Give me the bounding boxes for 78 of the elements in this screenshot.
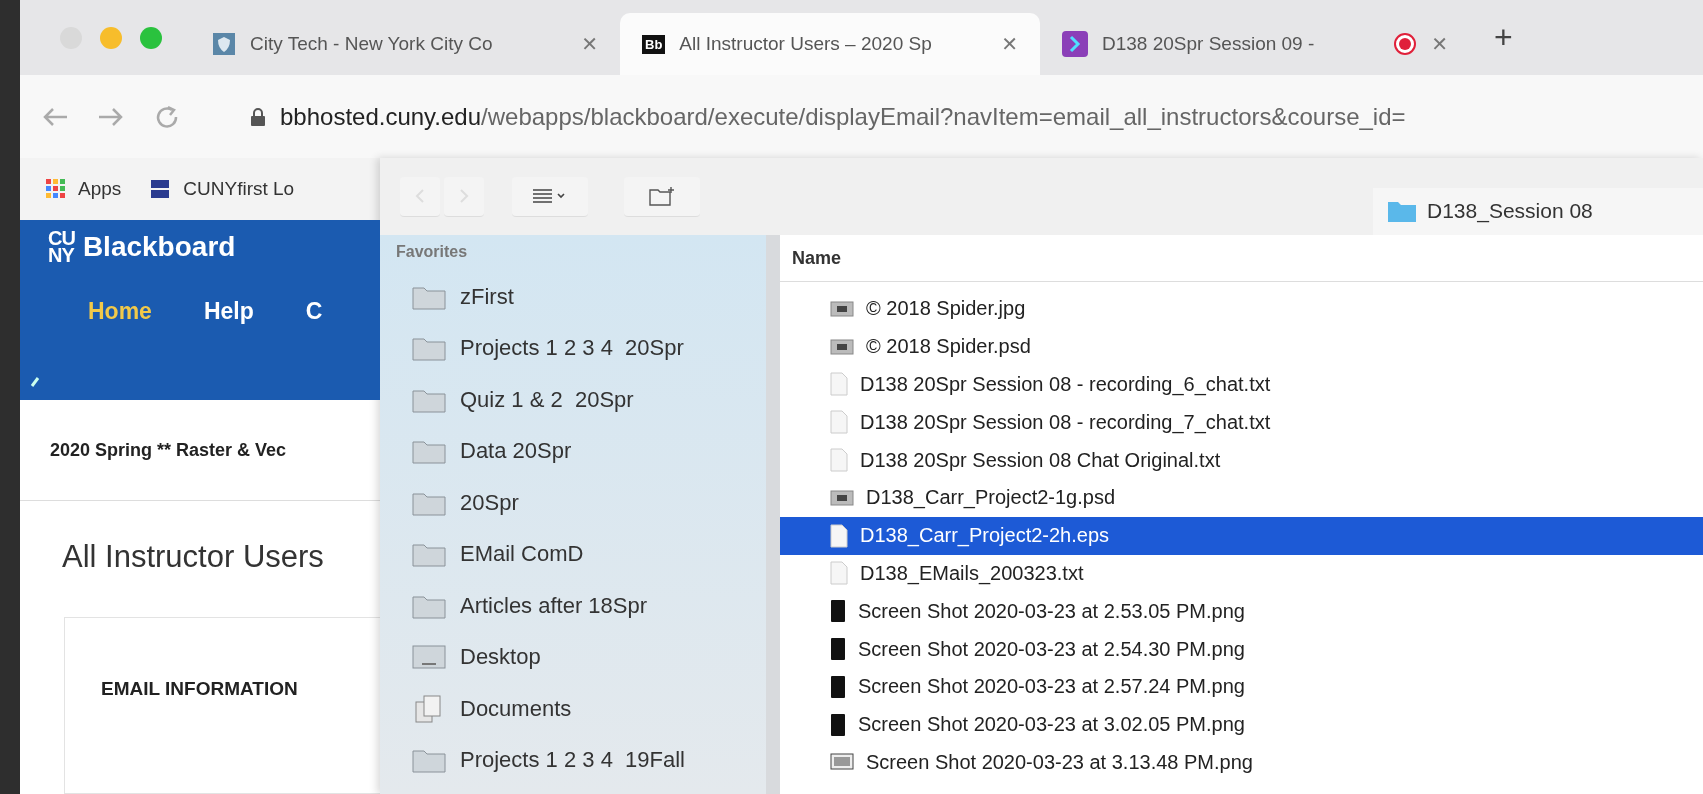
chevron-icon (1062, 31, 1088, 57)
desktop-icon (412, 644, 446, 671)
sidebar-item[interactable]: Quiz 1 & 2 20Spr (396, 374, 766, 426)
bookmark[interactable]: Apps (46, 178, 122, 200)
apps-icon (46, 179, 66, 199)
view-options-button[interactable] (512, 176, 588, 217)
new-folder-icon (648, 185, 676, 207)
close-tab-button[interactable]: ✕ (1001, 32, 1018, 56)
document-icon (830, 372, 848, 397)
folder-icon (1387, 199, 1417, 223)
nav-link[interactable]: Home (88, 298, 152, 325)
bb-icon: Bb (642, 34, 666, 54)
reload-icon[interactable] (154, 103, 180, 130)
sidebar-item[interactable]: Documents (396, 683, 766, 735)
bookmark[interactable]: CUNYfirst Lo (149, 178, 295, 200)
file-row[interactable]: D138 20Spr Session 08 - recording_7_chat.txt (780, 403, 1703, 442)
tab-title: All Instructor Users – 2020 Sp (679, 33, 933, 55)
zoom-window-button[interactable] (140, 26, 162, 49)
file-row[interactable]: Screen Shot 2020-03-23 at 3.13.48 PM.png (780, 743, 1703, 782)
browser-tab[interactable]: City Tech - New York City Co ✕ (190, 13, 620, 75)
file-row[interactable]: D138_Carr_Project2-1g.psd (780, 479, 1703, 517)
image-file-icon (830, 337, 854, 356)
lock-icon (250, 106, 266, 127)
folder-icon (412, 747, 446, 774)
folder-icon (412, 335, 446, 362)
phone-screenshot-icon (830, 712, 846, 737)
tab-title: City Tech - New York City Co (250, 33, 494, 55)
new-tab-button[interactable]: + (1494, 19, 1513, 56)
sidebar-item[interactable]: EMail ComD (396, 528, 766, 580)
file-row[interactable]: Screen Shot 2020-03-23 at 3.02.05 PM.png (780, 705, 1703, 744)
tab-title: D138 20Spr Session 09 - (1102, 33, 1316, 55)
image-file-icon (830, 299, 854, 318)
file-row[interactable]: Screen Shot 2020-03-23 at 2.53.05 PM.png (780, 592, 1703, 631)
folder-icon (412, 438, 446, 465)
minimize-window-button[interactable] (100, 26, 122, 49)
section-title: EMAIL INFORMATION (101, 678, 299, 700)
shield-icon (212, 32, 236, 56)
new-folder-button[interactable] (624, 176, 700, 217)
file-row[interactable]: Screen Shot 2020-03-23 at 2.57.24 PM.png (780, 667, 1703, 706)
sidebar-item[interactable]: Articles after 18Spr (396, 580, 766, 632)
image-file-icon (830, 488, 854, 507)
list-view-icon (532, 188, 568, 204)
location-popup[interactable]: D138_Session 08 (1373, 187, 1703, 236)
close-tab-button[interactable]: ✕ (1431, 32, 1448, 56)
screenshot-icon (830, 752, 854, 773)
close-tab-button[interactable]: ✕ (581, 32, 598, 56)
sidebar-item[interactable]: Projects 1 2 3 4 19Fall (396, 734, 766, 786)
page-heading: All Instructor Users (61, 538, 325, 575)
folder-icon (412, 541, 446, 568)
site-brand: Blackboard (82, 231, 236, 263)
nav-link[interactable]: C (305, 298, 323, 325)
file-row[interactable]: © 2018 Spider.jpg (780, 290, 1703, 328)
forward-icon[interactable] (98, 105, 124, 128)
document-icon (830, 410, 848, 435)
phone-screenshot-icon (830, 637, 846, 662)
cuny-logo: CU NY (48, 230, 75, 264)
file-row[interactable]: D138_EMails_200323.txt (780, 554, 1703, 593)
back-icon[interactable] (42, 105, 68, 128)
document-icon (830, 523, 848, 548)
sidebar-item[interactable]: Projects 1 2 3 4 20Spr (396, 322, 766, 374)
file-row[interactable]: D138 20Spr Session 08 - recording_6_chat.txt (780, 365, 1703, 404)
column-header[interactable]: Name (780, 235, 1703, 282)
sidebar-item[interactable]: Desktop (396, 631, 766, 683)
sidebar-heading: Favorites (396, 243, 469, 261)
browser-tab[interactable]: Bb All Instructor Users – 2020 Sp ✕ (620, 13, 1040, 75)
file-row[interactable]: D138_Carr_Project2-2h.eps (780, 516, 1703, 555)
phone-screenshot-icon (830, 599, 846, 624)
sidebar-item[interactable]: zFirst (396, 271, 766, 323)
nav-link[interactable]: Help (203, 298, 254, 325)
browser-tab[interactable]: D138 20Spr Session 09 - ✕ (1040, 13, 1470, 75)
file-row[interactable]: Screen Shot 2020-03-23 at 2.54.30 PM.png (780, 630, 1703, 668)
phone-screenshot-icon (830, 674, 846, 699)
file-row[interactable]: D138 20Spr Session 08 Chat Original.txt (780, 441, 1703, 479)
file-row[interactable]: © 2018 Spider.psd (780, 327, 1703, 366)
sidebar-item[interactable]: Data 20Spr (396, 425, 766, 477)
document-icon (830, 561, 848, 586)
sidebar-item[interactable]: 20Spr (396, 477, 766, 529)
document-icon (830, 448, 848, 473)
